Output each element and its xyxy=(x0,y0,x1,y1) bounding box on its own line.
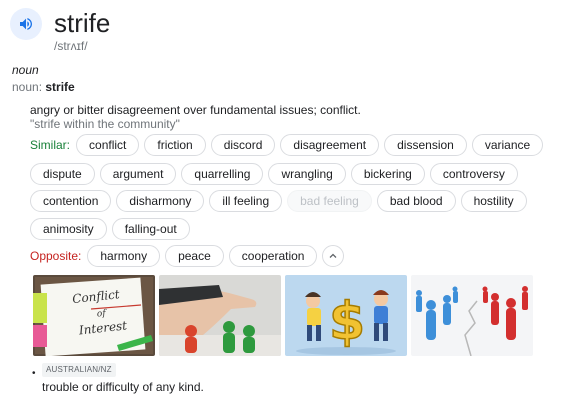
similar-label: Similar: xyxy=(30,138,71,152)
synonym-chip[interactable]: ill feeling xyxy=(209,190,283,212)
svg-text:$: $ xyxy=(329,292,365,352)
pronunciation-button[interactable] xyxy=(10,8,42,40)
synonym-chip[interactable]: contention xyxy=(30,190,112,212)
synonym-chip[interactable]: controversy xyxy=(429,163,518,185)
synonym-chip[interactable]: disharmony xyxy=(116,190,205,212)
definition: angry or bitter disagreement over fundam… xyxy=(30,103,361,117)
similar-row-2: dispute argument quarrelling wrangling b… xyxy=(30,163,523,185)
antonym-chip[interactable]: cooperation xyxy=(228,245,318,267)
synonym-chip[interactable]: animosity xyxy=(30,218,107,240)
collapse-button[interactable] xyxy=(322,245,345,267)
headword: strife xyxy=(54,8,111,38)
synonym-chip[interactable]: disagreement xyxy=(280,134,380,156)
image-hand-figures[interactable] xyxy=(159,275,281,356)
synonym-chip[interactable]: variance xyxy=(471,134,544,156)
synonym-chip[interactable]: dissension xyxy=(384,134,467,156)
similar-row-3: contention disharmony ill feeling bad fe… xyxy=(30,190,532,212)
antonym-chip[interactable]: peace xyxy=(165,245,224,267)
synonym-chip[interactable]: falling-out xyxy=(111,218,190,240)
pos-line: noun: strife xyxy=(12,80,75,94)
synonym-chip[interactable]: quarrelling xyxy=(181,163,264,185)
image-red-blue-figures[interactable] xyxy=(411,275,533,356)
synonym-chip[interactable]: bad blood xyxy=(376,190,456,212)
image-strip: Conflict of Interest $ xyxy=(33,275,537,356)
synonym-chip[interactable]: wrangling xyxy=(268,163,346,185)
opposite-label: Opposite: xyxy=(30,249,82,263)
synonym-chip[interactable]: argument xyxy=(99,163,177,185)
synonym-chip[interactable]: hostility xyxy=(460,190,527,212)
image-conflict-of-interest[interactable]: Conflict of Interest xyxy=(33,275,155,356)
pos-label: noun: xyxy=(12,80,46,94)
definition-2: trouble or difficulty of any kind. xyxy=(42,380,204,394)
similar-row-4: animosity falling-out xyxy=(30,218,195,240)
similar-row-1: Similar: conflict friction discord disag… xyxy=(30,134,548,156)
synonym-chip-disabled: bad feeling xyxy=(287,190,372,212)
image-dollar-tug[interactable]: $ xyxy=(285,275,407,356)
chevron-up-icon xyxy=(330,253,337,258)
synonym-chip[interactable]: friction xyxy=(144,134,206,156)
synonym-chip[interactable]: dispute xyxy=(30,163,95,185)
volume-up-icon xyxy=(20,18,32,30)
synonym-chip[interactable]: conflict xyxy=(76,134,140,156)
region-label: AUSTRALIAN/NZ xyxy=(42,363,116,377)
part-of-speech: noun xyxy=(12,63,39,77)
example-sentence: "strife within the community" xyxy=(30,117,180,131)
opposite-row: Opposite: harmony peace cooperation xyxy=(30,245,345,267)
phonetic: /strʌɪf/ xyxy=(54,39,88,53)
bullet: • xyxy=(32,368,36,379)
synonym-chip[interactable]: discord xyxy=(210,134,276,156)
antonym-chip[interactable]: harmony xyxy=(87,245,161,267)
synonym-chip[interactable]: bickering xyxy=(350,163,425,185)
pos-word: strife xyxy=(45,80,75,94)
